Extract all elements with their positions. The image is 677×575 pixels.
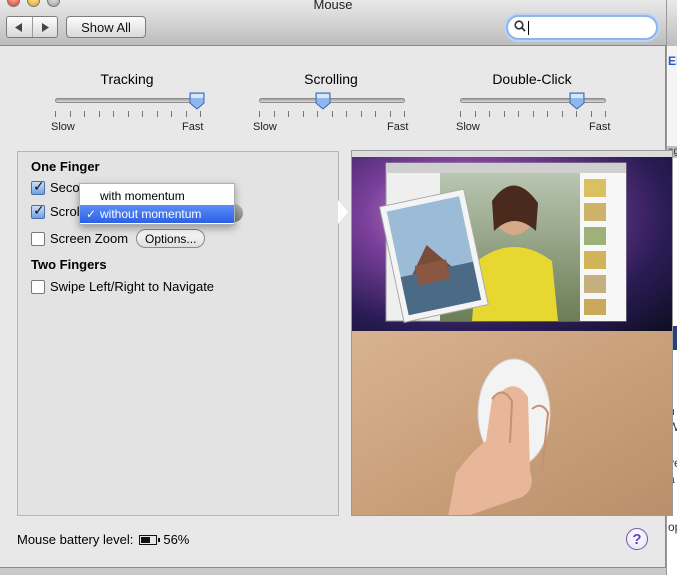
- menu-item-with-momentum[interactable]: with momentum: [80, 187, 234, 205]
- back-forward-control: [6, 16, 58, 38]
- scrolling-slider-thumb[interactable]: [315, 92, 331, 110]
- slider-tick: [361, 111, 362, 117]
- checkmark-icon: ✓: [86, 207, 97, 221]
- battery-fill: [141, 536, 150, 543]
- chevron-right-icon: [41, 22, 49, 32]
- tracking-fast-label: Fast: [182, 121, 204, 133]
- title-bar: Mouse Show All: [0, 0, 666, 46]
- slider-tick: [99, 111, 100, 117]
- screen-zoom-options-button[interactable]: Options...: [136, 229, 206, 248]
- slider-tick: [489, 111, 490, 117]
- secondary-click-checkbox[interactable]: [31, 178, 45, 195]
- tracking-slow-label: Slow: [51, 121, 75, 133]
- window-title: Mouse: [313, 0, 353, 12]
- slider-tick: [504, 111, 505, 117]
- mouse-preferences-window: Mouse Show All Tracking Slow Fast Scroll…: [0, 0, 673, 568]
- slider-tick: [303, 111, 304, 117]
- show-all-button[interactable]: Show All: [66, 16, 146, 38]
- one-finger-heading: One Finger: [31, 159, 100, 174]
- swipe-row: Swipe Left/Right to Navigate: [31, 279, 214, 294]
- panel-arrow: [338, 200, 348, 224]
- slider-tick: [605, 111, 606, 117]
- bg-fragment: ERI: [668, 54, 677, 68]
- scroll-momentum-menu: with momentum ✓ without momentum: [79, 183, 235, 225]
- text-cursor: [528, 21, 529, 35]
- slider-tick: [375, 111, 376, 117]
- secondary-click-label: Seco: [50, 180, 80, 195]
- tracking-label: Tracking: [100, 71, 154, 87]
- screen-zoom-checkbox[interactable]: [31, 231, 45, 246]
- slider-tick: [390, 111, 391, 117]
- slider-tick: [259, 111, 260, 117]
- gesture-preview-video: [351, 150, 673, 516]
- swipe-label: Swipe Left/Right to Navigate: [50, 279, 215, 294]
- slider-tick: [518, 111, 519, 117]
- menu-item-label: without momentum: [100, 207, 202, 221]
- battery-value: 56%: [163, 532, 190, 547]
- two-fingers-heading: Two Fingers: [31, 257, 107, 272]
- slider-tick: [547, 111, 548, 117]
- slider-tick: [317, 111, 318, 117]
- slider-tick: [591, 111, 592, 117]
- battery-label: Mouse battery level:: [17, 532, 134, 547]
- slider-tick: [562, 111, 563, 117]
- screen-zoom-row: Screen Zoom Options...: [31, 229, 206, 248]
- search-icon: [514, 20, 526, 35]
- preview-illustration: [352, 151, 672, 515]
- scrolling-slow-label: Slow: [253, 121, 277, 133]
- scrolling-label: Scrolling: [304, 71, 358, 87]
- tracking-slider-track[interactable]: [55, 98, 201, 103]
- slider-tick: [200, 111, 201, 117]
- slider-tick: [404, 111, 405, 117]
- screen-zoom-label: Screen Zoom: [50, 231, 129, 246]
- double-click-label: Double-Click: [492, 71, 572, 87]
- slider-tick: [142, 111, 143, 117]
- secondary-click-row: Seco: [31, 178, 80, 195]
- slider-tick: [55, 111, 56, 117]
- slider-tick: [346, 111, 347, 117]
- slider-tick: [475, 111, 476, 117]
- tracking-slider-thumb[interactable]: [189, 92, 205, 110]
- slider-tick: [460, 111, 461, 117]
- help-button[interactable]: ?: [626, 528, 648, 550]
- scroll-row: Scrol: [31, 202, 80, 219]
- scroll-checkbox[interactable]: [31, 202, 45, 219]
- slider-tick: [157, 111, 158, 117]
- slider-tick: [332, 111, 333, 117]
- bg-fragment: op: [668, 520, 677, 534]
- double-click-slow-label: Slow: [456, 121, 480, 133]
- battery-icon: [139, 534, 161, 545]
- double-click-fast-label: Fast: [589, 121, 611, 133]
- battery-level: Mouse battery level: 56%: [17, 532, 189, 547]
- search-field[interactable]: [506, 15, 658, 40]
- back-button[interactable]: [7, 17, 32, 37]
- slider-tick: [171, 111, 172, 117]
- menu-item-without-momentum[interactable]: ✓ without momentum: [80, 205, 234, 223]
- swipe-checkbox[interactable]: [31, 279, 45, 294]
- slider-tick: [576, 111, 577, 117]
- slider-tick: [274, 111, 275, 117]
- scrolling-slider-track[interactable]: [259, 98, 405, 103]
- slider-tick: [128, 111, 129, 117]
- double-click-slider-thumb[interactable]: [569, 92, 585, 110]
- chevron-left-icon: [15, 22, 23, 32]
- forward-button[interactable]: [31, 17, 58, 37]
- slider-tick: [288, 111, 289, 117]
- slider-tick: [84, 111, 85, 117]
- slider-tick: [70, 111, 71, 117]
- scroll-label: Scrol: [50, 204, 80, 219]
- slider-tick: [533, 111, 534, 117]
- scrolling-fast-label: Fast: [387, 121, 409, 133]
- slider-tick: [113, 111, 114, 117]
- slider-tick: [186, 111, 187, 117]
- menu-item-label: with momentum: [100, 189, 185, 203]
